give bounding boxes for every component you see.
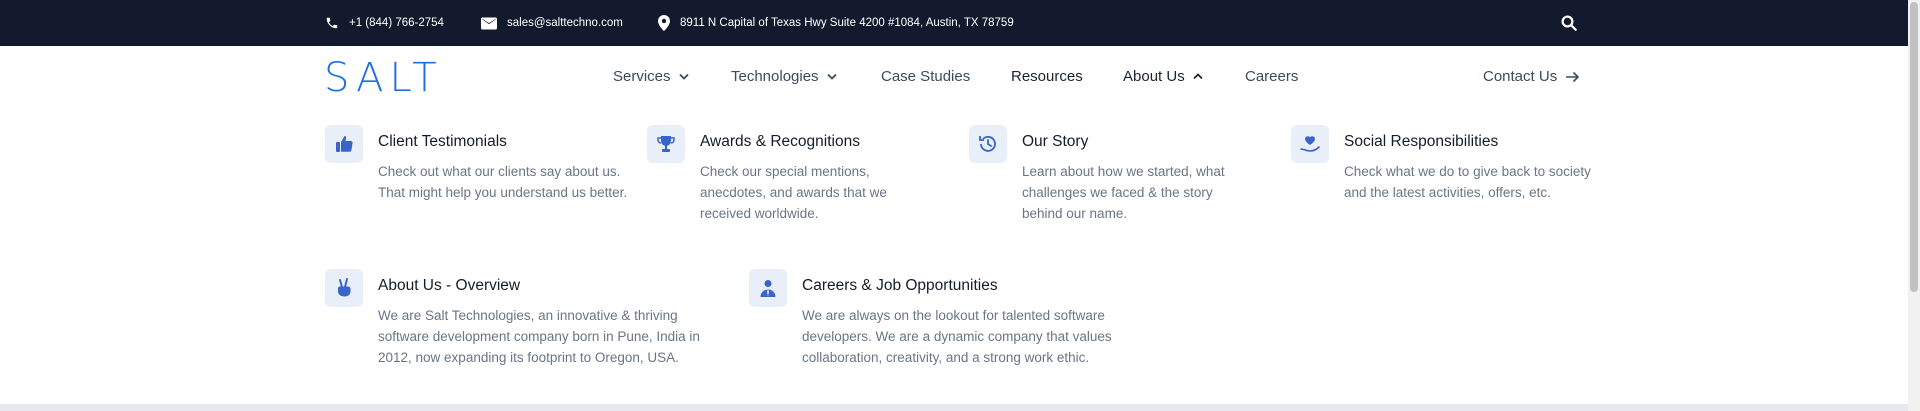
menu-item-description: Check out what our clients say about us.…: [378, 164, 628, 200]
salt-logo[interactable]: SALT: [324, 58, 443, 98]
victory-hand-icon: [325, 269, 363, 307]
chevron-down-icon: [678, 73, 689, 80]
menu-item-description: Check our special mentions, anecdotes, a…: [700, 164, 887, 221]
chevron-up-icon: [1193, 73, 1203, 80]
top-contact-bar: +1 (844) 766-2754 sales@salttechno.com 8…: [0, 0, 1908, 46]
nav-services-label: Services: [613, 68, 671, 85]
menu-item-title: Awards & Recognitions: [700, 133, 860, 150]
contact-us-label: Contact Us: [1483, 68, 1558, 85]
phone-icon: [326, 17, 338, 29]
nav-resources-label: Resources: [1011, 68, 1083, 85]
menu-item-description: Learn about how we started, what challen…: [1022, 164, 1225, 221]
nav-case-studies-label: Case Studies: [881, 68, 971, 85]
menu-item-title: Client Testimonials: [378, 133, 507, 150]
address-link[interactable]: 8911 N Capital of Texas Hwy Suite 4200 #…: [658, 0, 1014, 46]
page: +1 (844) 766-2754 sales@salttechno.com 8…: [0, 0, 1920, 411]
nav-about-us[interactable]: About Us: [1123, 68, 1203, 85]
nav-resources[interactable]: Resources: [1011, 68, 1083, 85]
main-navigation: SALT Services Technologies Case Studies …: [0, 46, 1908, 109]
search-icon[interactable]: [1560, 14, 1578, 32]
email-address: sales@salttechno.com: [507, 17, 623, 29]
menu-item-description: We are Salt Technologies, an innovative …: [378, 308, 700, 365]
trophy-icon: [647, 125, 685, 163]
menu-item-title: Our Story: [1022, 133, 1089, 150]
page-content-edge: [0, 404, 1908, 411]
scrollbar-thumb[interactable]: [1910, 2, 1918, 292]
nav-technologies[interactable]: Technologies: [731, 68, 837, 85]
thumbs-up-icon: [325, 125, 363, 163]
location-pin-icon: [658, 15, 670, 31]
menu-item-title: Careers & Job Opportunities: [802, 277, 998, 294]
nav-services[interactable]: Services: [613, 68, 689, 85]
menu-item-description: We are always on the lookout for talente…: [802, 308, 1112, 365]
menu-item-description: Check what we do to give back to society…: [1344, 164, 1591, 200]
professional-icon: [749, 269, 787, 307]
menu-item-title: Social Responsibilities: [1344, 133, 1499, 150]
phone-number: +1 (844) 766-2754: [349, 17, 444, 29]
vertical-scrollbar[interactable]: [1908, 0, 1920, 411]
office-address: 8911 N Capital of Texas Hwy Suite 4200 #…: [680, 17, 1014, 29]
nav-careers-label: Careers: [1245, 68, 1299, 85]
chevron-down-icon: [826, 73, 837, 80]
arrow-right-icon: [1566, 71, 1580, 82]
history-icon: [969, 125, 1007, 163]
nav-careers[interactable]: Careers: [1245, 68, 1298, 85]
heart-hand-icon: [1291, 125, 1329, 163]
email-link[interactable]: sales@salttechno.com: [481, 0, 623, 46]
nav-technologies-label: Technologies: [731, 68, 819, 85]
phone-link[interactable]: +1 (844) 766-2754: [325, 0, 444, 46]
nav-about-us-label: About Us: [1123, 68, 1185, 85]
contact-us-link[interactable]: Contact Us: [1483, 68, 1580, 85]
nav-case-studies[interactable]: Case Studies: [881, 68, 970, 85]
mail-icon: [481, 17, 497, 29]
menu-item-title: About Us - Overview: [378, 277, 521, 294]
